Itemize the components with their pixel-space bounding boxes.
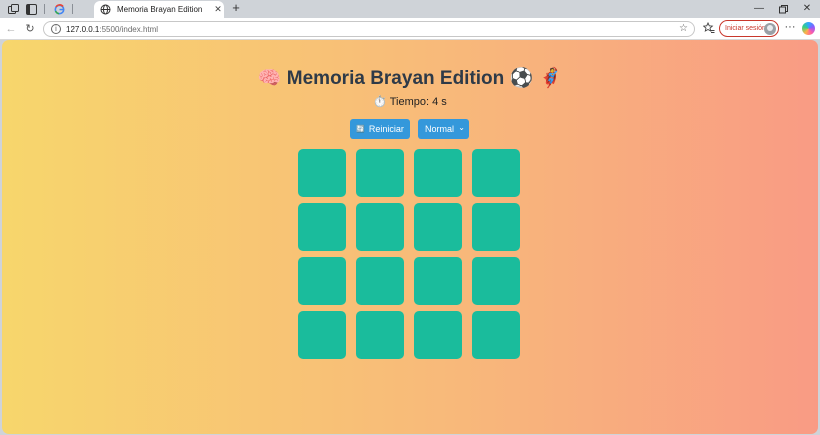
more-icon[interactable]: ··· [783,22,797,36]
brain-emoji: 🧠 [257,68,282,89]
url-field[interactable]: i 127.0.0.1:5500/index.html ☆ [43,21,695,37]
tab-actions-icon[interactable] [24,2,38,16]
card-grid [298,149,520,359]
sign-in-label: Iniciar sesión [725,25,766,32]
memory-card[interactable] [414,311,462,359]
avatar [764,23,776,35]
tab-title: Memoria Brayan Edition [117,5,203,14]
favorite-star-icon[interactable]: ☆ [679,23,688,34]
memory-card[interactable] [414,149,462,197]
window-close-icon[interactable]: ✕ [800,2,814,16]
memory-card[interactable] [472,149,520,197]
stopwatch-icon: ⏱️ [373,96,387,108]
copilot-icon[interactable] [802,22,815,35]
google-icon[interactable] [52,2,66,16]
memory-card[interactable] [472,203,520,251]
close-icon[interactable]: ✕ [212,4,224,15]
memory-card[interactable] [356,257,404,305]
url-path: :5500/index.html [99,24,159,34]
memory-card[interactable] [472,311,520,359]
memory-card[interactable] [472,257,520,305]
timer-text: Tiempo: 4 s [389,96,447,108]
favorites-icon[interactable] [702,21,716,36]
page-viewport: 🧠 Memoria Brayan Edition ⚽ 🦸 ⏱️ Tiempo: … [2,40,818,434]
sign-in-button[interactable]: Iniciar sesión [719,20,779,37]
back-icon[interactable]: ← [4,22,18,36]
memory-card[interactable] [298,311,346,359]
workspaces-icon[interactable] [6,2,20,16]
tab-bar: Memoria Brayan Edition ✕ + — ✕ [0,0,820,18]
memory-card[interactable] [298,203,346,251]
memory-card[interactable] [356,203,404,251]
minimize-icon[interactable]: — [752,2,766,16]
reset-label: Reiniciar [368,124,404,134]
difficulty-value: Normal [425,124,455,134]
address-bar: ← ↻ i 127.0.0.1:5500/index.html ☆ Inicia… [0,18,820,40]
reload-icon: 🔄 [356,126,365,133]
memory-card[interactable] [414,257,462,305]
globe-icon [100,4,111,15]
tab-separator [72,4,73,14]
soccer-hero-emoji: ⚽ 🦸 [509,68,563,89]
chevron-down-icon: ⌄ [458,123,465,132]
memory-card[interactable] [298,257,346,305]
memory-card[interactable] [356,149,404,197]
memory-card[interactable] [356,311,404,359]
difficulty-select[interactable]: Normal ⌄ [418,119,469,139]
title-text: Memoria Brayan Edition [286,68,505,89]
controls: 🔄 Reiniciar Normal ⌄ [350,119,469,139]
new-tab-icon[interactable]: + [229,1,243,15]
timer: ⏱️ Tiempo: 4 s [2,95,818,108]
memory-card[interactable] [298,149,346,197]
tab-active[interactable]: Memoria Brayan Edition ✕ [94,1,224,18]
site-info-icon[interactable]: i [51,24,61,34]
memory-card[interactable] [414,203,462,251]
url-host: 127.0.0.1 [66,24,100,34]
maximize-icon[interactable] [776,2,790,16]
reload-icon[interactable]: ↻ [23,22,37,36]
reset-button[interactable]: 🔄 Reiniciar [350,119,410,139]
page-title: 🧠 Memoria Brayan Edition ⚽ 🦸 [2,66,818,90]
tab-separator [44,4,45,14]
